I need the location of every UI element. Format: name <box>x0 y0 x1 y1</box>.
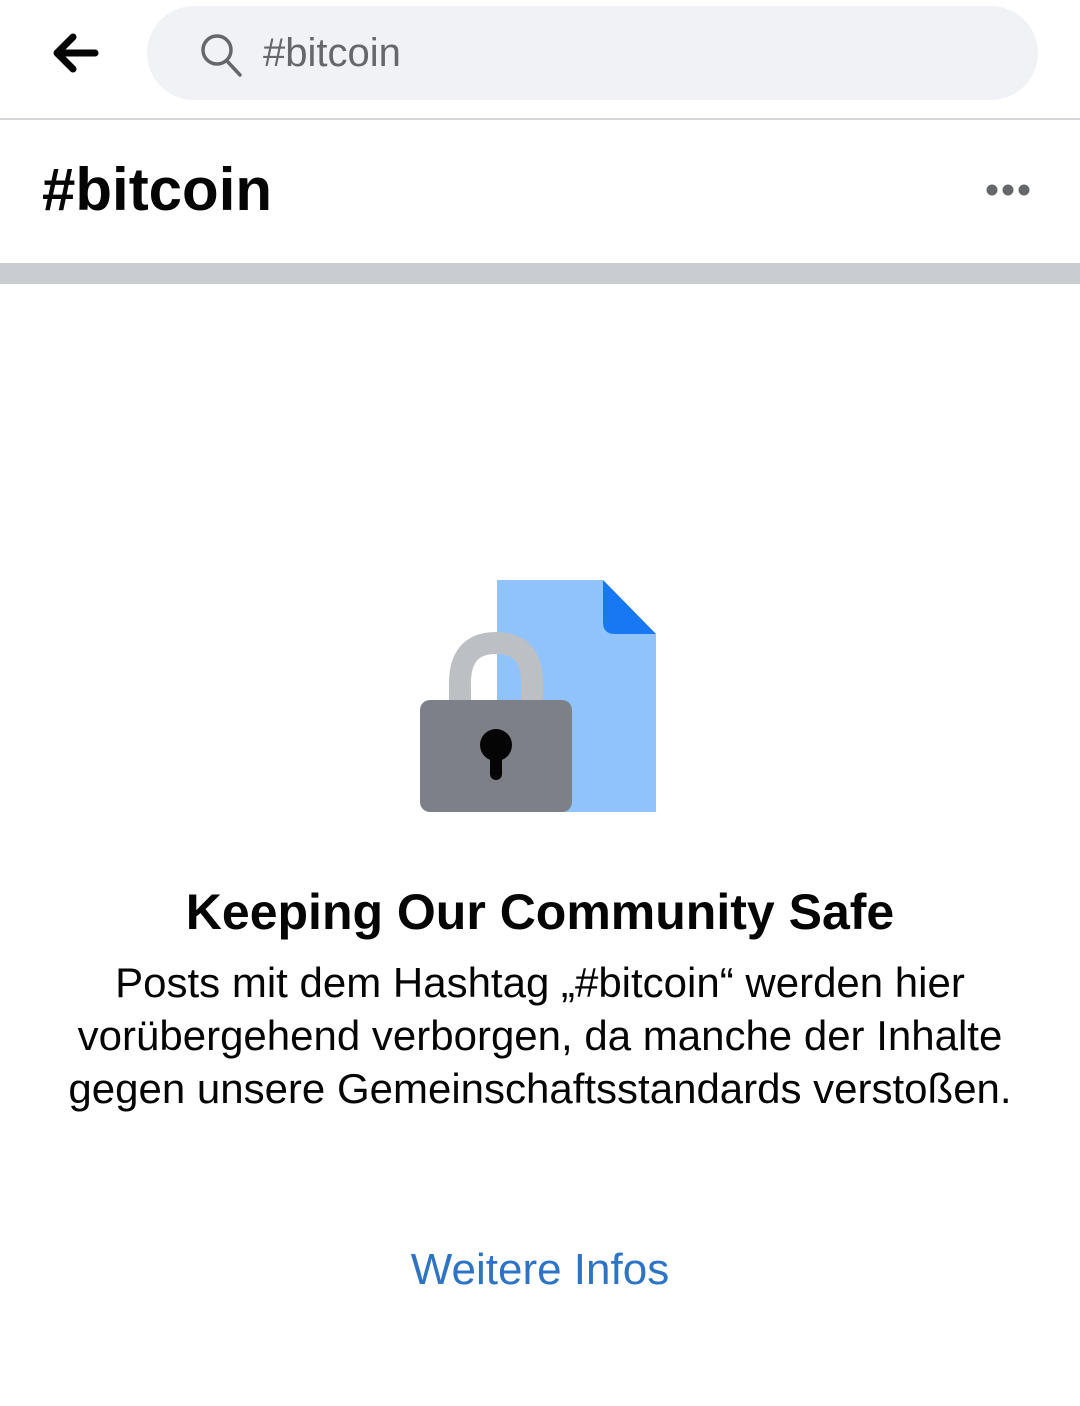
lock-document-icon <box>420 580 656 812</box>
notice-title: Keeping Our Community Safe <box>185 884 895 940</box>
more-options-button[interactable] <box>978 170 1038 210</box>
search-query-text: #bitcoin <box>263 31 401 75</box>
learn-more-container: Weitere Infos <box>0 1240 1080 1300</box>
search-icon <box>201 34 242 77</box>
notice-body: Posts mit dem Hashtag „#bitcoin“ werden … <box>68 959 1012 1112</box>
hashtag-page: #bitcoin #bitcoin Keeping Our Community … <box>0 0 1080 1406</box>
section-divider <box>0 263 1080 284</box>
page-title: #bitcoin <box>42 156 273 223</box>
learn-more-link[interactable]: Weitere Infos <box>411 1245 669 1294</box>
hashtag-header: #bitcoin <box>0 120 1080 263</box>
search-toolbar: #bitcoin <box>0 0 1080 120</box>
more-options-icon <box>986 184 1030 196</box>
back-arrow-icon <box>53 33 99 73</box>
search-input[interactable]: #bitcoin <box>147 6 1038 100</box>
back-button[interactable] <box>40 22 110 84</box>
